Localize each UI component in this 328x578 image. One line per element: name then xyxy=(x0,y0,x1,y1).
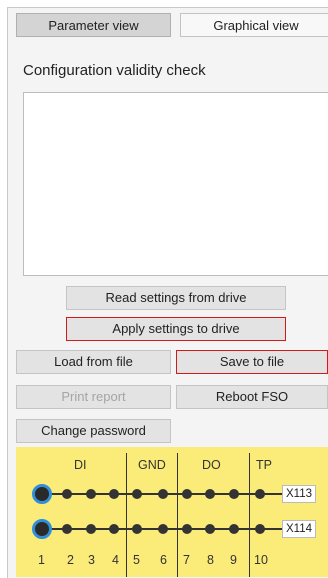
pin-number: 10 xyxy=(254,553,268,567)
group-divider xyxy=(249,453,250,577)
terminal-pin-x114[interactable] xyxy=(109,524,119,534)
group-label-gnd: GND xyxy=(138,458,166,472)
terminal-pin-x114[interactable] xyxy=(132,524,142,534)
config-check-output xyxy=(23,92,328,276)
group-label-tp: TP xyxy=(256,458,272,472)
pin-number: 1 xyxy=(38,553,45,567)
tab-parameter-view[interactable]: Parameter view xyxy=(16,13,171,37)
connector-label-x114: X114 xyxy=(282,520,317,538)
terminal-pin-x114[interactable] xyxy=(62,524,72,534)
terminal-pin-x114[interactable] xyxy=(86,524,96,534)
terminal-pin-x113[interactable] xyxy=(86,489,96,499)
tab-graphical-view[interactable]: Graphical view xyxy=(180,13,328,37)
reboot-fso-button[interactable]: Reboot FSO xyxy=(176,385,328,409)
pin-number: 2 xyxy=(67,553,74,567)
save-to-file-button[interactable]: Save to file xyxy=(176,350,328,374)
terminal-pin-x113[interactable] xyxy=(62,489,72,499)
terminal-pin-x113[interactable] xyxy=(182,489,192,499)
pin-number: 5 xyxy=(133,553,140,567)
group-label-di: DI xyxy=(74,458,87,472)
terminal-pin-x113[interactable] xyxy=(109,489,119,499)
read-settings-button[interactable]: Read settings from drive xyxy=(66,286,286,310)
group-divider xyxy=(177,453,178,577)
load-from-file-button[interactable]: Load from file xyxy=(16,350,171,374)
terminal-diagram: DI GND DO TP X113 X114 1 2 3 4 5 6 7 8 9… xyxy=(16,447,328,577)
terminal-pin-selected-x114[interactable] xyxy=(32,519,52,539)
pin-number: 8 xyxy=(207,553,214,567)
terminal-pin-x113[interactable] xyxy=(132,489,142,499)
terminal-pin-x114[interactable] xyxy=(205,524,215,534)
terminal-pin-x114[interactable] xyxy=(182,524,192,534)
pin-number: 9 xyxy=(230,553,237,567)
change-password-button[interactable]: Change password xyxy=(16,419,171,443)
terminal-pin-x113[interactable] xyxy=(158,489,168,499)
group-divider xyxy=(126,453,127,577)
print-report-button[interactable]: Print report xyxy=(16,385,171,409)
terminal-pin-x114[interactable] xyxy=(255,524,265,534)
terminal-pin-x113[interactable] xyxy=(255,489,265,499)
pin-number: 4 xyxy=(112,553,119,567)
terminal-pin-selected-x113[interactable] xyxy=(32,484,52,504)
terminal-pin-x113[interactable] xyxy=(205,489,215,499)
apply-settings-button[interactable]: Apply settings to drive xyxy=(66,317,286,341)
terminal-pin-x113[interactable] xyxy=(229,489,239,499)
group-label-do: DO xyxy=(202,458,221,472)
pin-number: 7 xyxy=(183,553,190,567)
pin-number: 6 xyxy=(160,553,167,567)
terminal-pin-x114[interactable] xyxy=(158,524,168,534)
terminal-pin-x114[interactable] xyxy=(229,524,239,534)
config-check-title: Configuration validity check xyxy=(23,62,206,79)
connector-label-x113: X113 xyxy=(282,485,317,503)
pin-number: 3 xyxy=(88,553,95,567)
